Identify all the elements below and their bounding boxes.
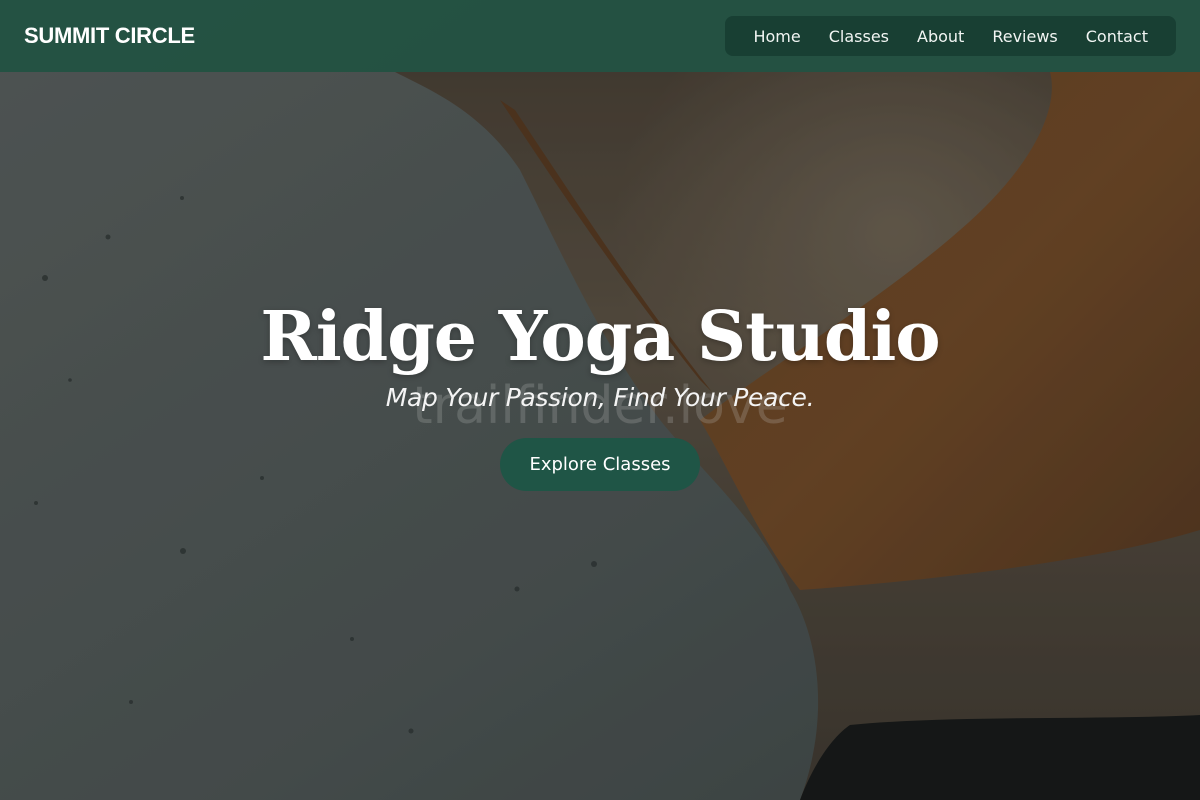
- nav-home-link[interactable]: Home: [739, 27, 814, 46]
- hero-tagline: Map Your Passion, Find Your Peace.: [385, 382, 815, 412]
- hero-title: Ridge Yoga Studio: [260, 297, 940, 377]
- nav-classes-link[interactable]: Classes: [815, 27, 903, 46]
- nav-reviews-link[interactable]: Reviews: [978, 27, 1071, 46]
- hero-content: Ridge Yoga Studio Map Your Passion, Find…: [0, 300, 1200, 491]
- main-nav: Home Classes About Reviews Contact: [725, 16, 1176, 56]
- brand-logo[interactable]: SUMMIT CIRCLE: [24, 23, 195, 49]
- site-header: SUMMIT CIRCLE Home Classes About Reviews…: [0, 0, 1200, 72]
- nav-about-link[interactable]: About: [903, 27, 978, 46]
- nav-contact-link[interactable]: Contact: [1072, 27, 1162, 46]
- explore-classes-button[interactable]: Explore Classes: [500, 437, 700, 491]
